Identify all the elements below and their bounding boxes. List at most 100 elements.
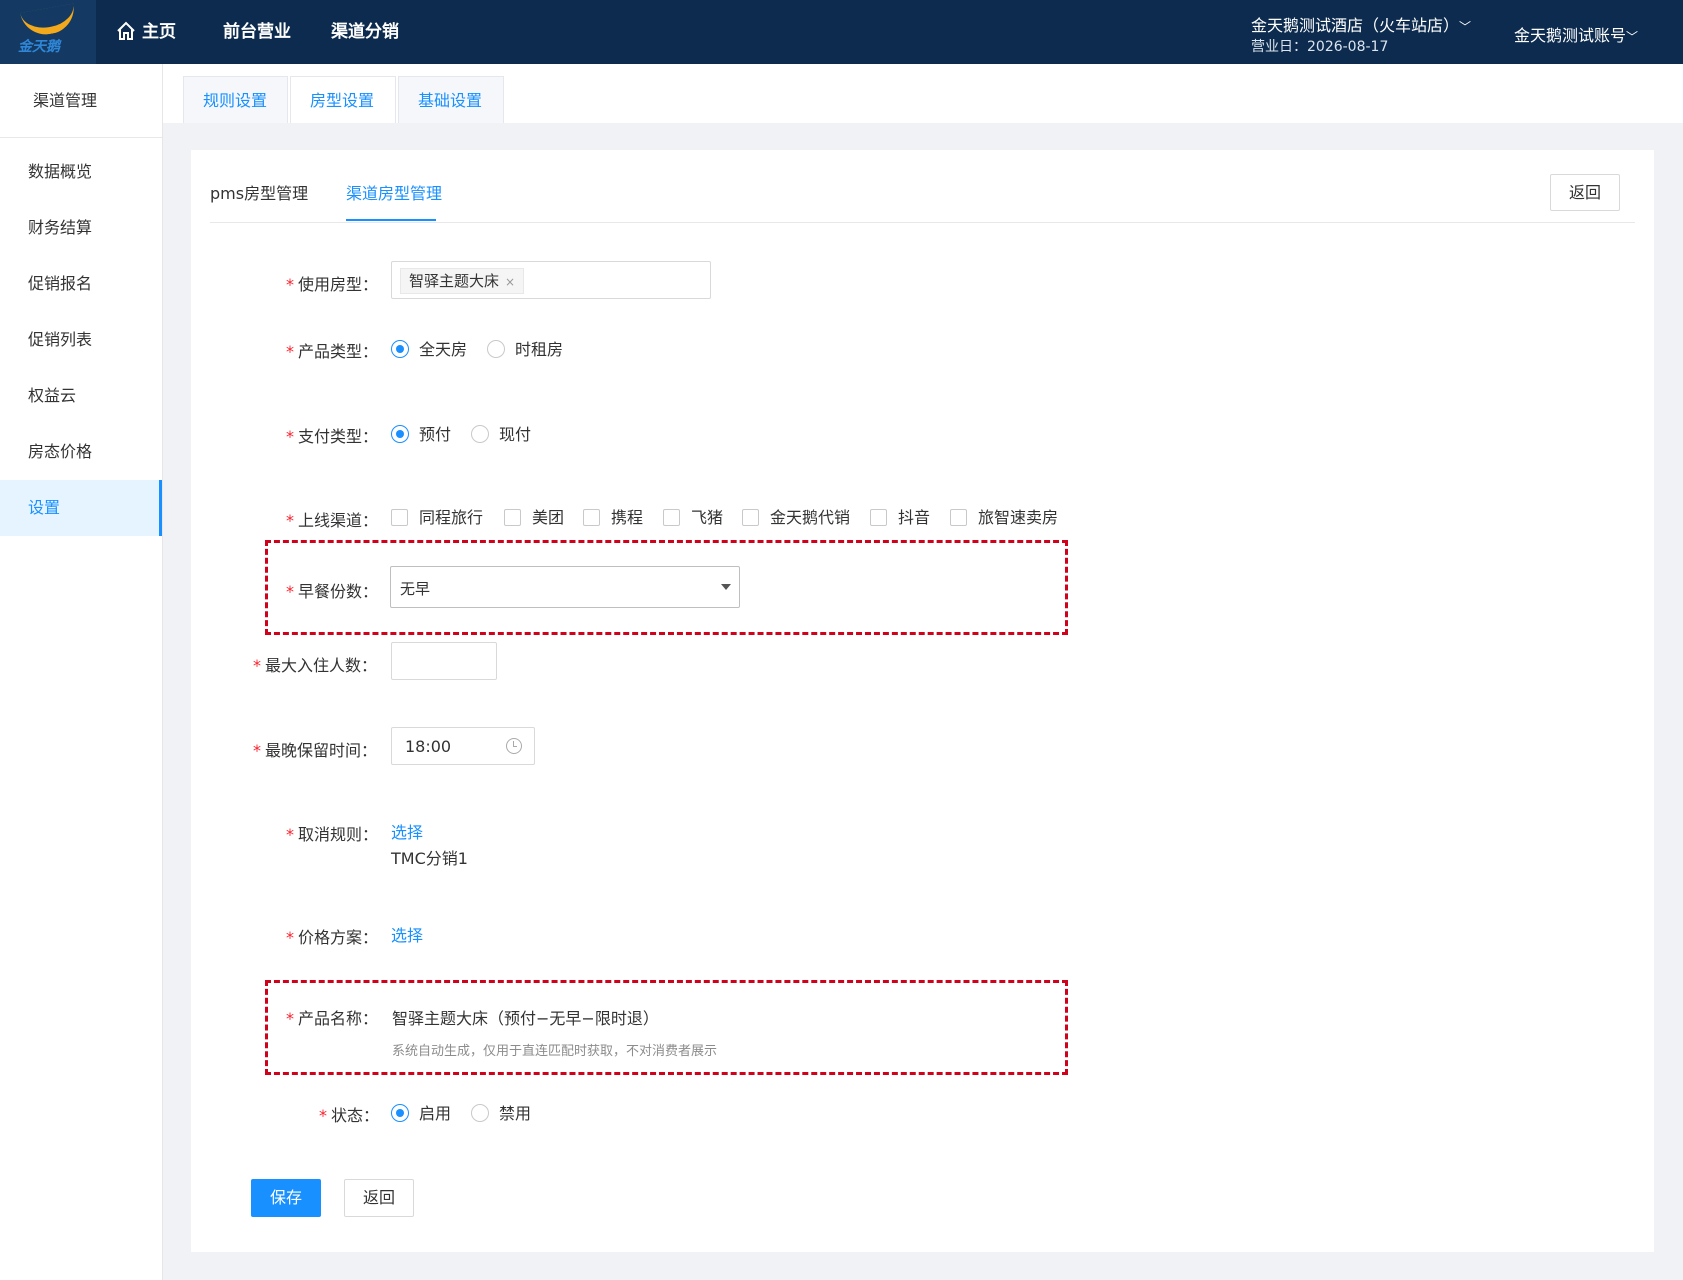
product-type-hourly[interactable]: 时租房 bbox=[487, 336, 563, 360]
nav-home[interactable]: 主页 bbox=[116, 0, 176, 64]
price-plan-label-text: 价格方案： bbox=[298, 928, 379, 947]
room-type-select[interactable]: 智驿主题大床 × bbox=[391, 261, 711, 299]
tab-rule-settings[interactable]: 规则设置 bbox=[183, 76, 288, 123]
payment-type-label: * 支付类型： bbox=[286, 423, 378, 447]
status-disabled[interactable]: 禁用 bbox=[471, 1100, 531, 1124]
channel-checkbox-ctrip[interactable]: 携程 bbox=[583, 504, 643, 528]
max-guests-input[interactable] bbox=[391, 642, 497, 680]
product-type-label: * 产品类型： bbox=[286, 338, 378, 362]
price-plan-label: * 价格方案： bbox=[286, 924, 378, 948]
sidebar: 渠道管理 数据概览 财务结算 促销报名 促销列表 权益云 房态价格 设置 bbox=[0, 64, 163, 1280]
home-icon bbox=[117, 21, 135, 40]
channel-checkbox-lvzhi[interactable]: 旅智速卖房 bbox=[950, 504, 1058, 528]
radio-label: 时租房 bbox=[515, 340, 564, 359]
breakfast-label-text: 早餐份数： bbox=[298, 582, 379, 601]
back-button-top[interactable]: 返回 bbox=[1550, 174, 1620, 211]
payment-type-label-text: 支付类型： bbox=[298, 427, 379, 446]
sidebar-item-data-overview[interactable]: 数据概览 bbox=[0, 144, 162, 200]
sidebar-item-finance[interactable]: 财务结算 bbox=[0, 200, 162, 256]
required-mark: * bbox=[253, 656, 261, 675]
checkbox-icon bbox=[742, 509, 759, 526]
product-name-label-text: 产品名称： bbox=[298, 1009, 379, 1028]
subtab-channel-room-type[interactable]: 渠道房型管理 bbox=[346, 180, 442, 204]
logo-text: 金天鹅 bbox=[18, 39, 60, 55]
cancel-rule-label: * 取消规则： bbox=[286, 821, 378, 845]
breakfast-selected-value: 无早 bbox=[400, 580, 431, 598]
brand-logo[interactable]: 金天鹅 bbox=[0, 0, 96, 64]
nav-channel-distribution[interactable]: 渠道分销 bbox=[331, 0, 399, 64]
sidebar-item-settings[interactable]: 设置 bbox=[0, 480, 162, 536]
tab-room-type-settings[interactable]: 房型设置 bbox=[290, 76, 396, 123]
radio-checked-icon bbox=[391, 425, 409, 443]
caret-down-icon bbox=[721, 584, 731, 590]
required-mark: * bbox=[286, 275, 294, 294]
channel-checkbox-tongcheng[interactable]: 同程旅行 bbox=[391, 504, 483, 528]
checkbox-label: 旅智速卖房 bbox=[978, 508, 1059, 527]
content-card: pms房型管理 渠道房型管理 返回 * 使用房型： 智驿主题大床 × * 产品类型： … bbox=[191, 150, 1654, 1252]
required-mark: * bbox=[286, 928, 294, 947]
status-label: * 状态： bbox=[319, 1102, 379, 1126]
product-name-label: * 产品名称： bbox=[286, 1005, 378, 1029]
room-type-tag-text: 智驿主题大床 bbox=[409, 272, 500, 290]
radio-label: 现付 bbox=[499, 425, 532, 444]
product-name-value: 智驿主题大床（预付−无早−限时退） bbox=[392, 1009, 659, 1028]
sidebar-item-promo-signup[interactable]: 促销报名 bbox=[0, 256, 162, 312]
payment-type-pay-at-hotel[interactable]: 现付 bbox=[471, 421, 531, 445]
product-type-label-text: 产品类型： bbox=[298, 342, 379, 361]
breakfast-label: * 早餐份数： bbox=[286, 578, 378, 602]
payment-type-prepaid[interactable]: 预付 bbox=[391, 421, 451, 445]
divider bbox=[210, 222, 1635, 223]
cancel-rule-select-link[interactable]: 选择 bbox=[391, 819, 423, 843]
highlight-box-product-name bbox=[265, 980, 1068, 1075]
back-button[interactable]: 返回 bbox=[344, 1179, 414, 1217]
radio-unchecked-icon bbox=[487, 340, 505, 358]
nav-home-label: 主页 bbox=[142, 22, 176, 42]
required-mark: * bbox=[286, 1009, 294, 1028]
business-date: 营业日：2026-08-17 bbox=[1251, 39, 1389, 55]
radio-unchecked-icon bbox=[471, 1104, 489, 1122]
sidebar-title: 渠道管理 bbox=[0, 64, 162, 138]
sidebar-item-room-price[interactable]: 房态价格 bbox=[0, 424, 162, 480]
radio-label: 全天房 bbox=[419, 340, 468, 359]
required-mark: * bbox=[286, 825, 294, 844]
subtab-pms-room-type[interactable]: pms房型管理 bbox=[210, 180, 308, 204]
checkbox-label: 抖音 bbox=[898, 508, 931, 527]
room-type-label: * 使用房型： bbox=[286, 271, 378, 295]
account-name: 金天鹅测试账号 bbox=[1514, 26, 1627, 45]
latest-hold-value: 18:00 bbox=[405, 737, 452, 756]
latest-hold-time-picker[interactable]: 18:00 bbox=[391, 727, 535, 765]
sidebar-item-promo-list[interactable]: 促销列表 bbox=[0, 312, 162, 368]
radio-label: 预付 bbox=[419, 425, 452, 444]
price-plan-select-link[interactable]: 选择 bbox=[391, 922, 423, 946]
required-mark: * bbox=[286, 511, 294, 530]
checkbox-icon bbox=[950, 509, 967, 526]
chevron-down-icon: ﹀ bbox=[1626, 30, 1639, 44]
channel-checkbox-douyin[interactable]: 抖音 bbox=[870, 504, 930, 528]
product-name-hint: 系统自动生成，仅用于直连匹配时获取，不对消费者展示 bbox=[392, 1044, 718, 1059]
radio-checked-icon bbox=[391, 340, 409, 358]
hotel-name: 金天鹅测试酒店（火车站店） bbox=[1251, 16, 1452, 35]
channel-checkbox-meituan[interactable]: 美团 bbox=[504, 504, 564, 528]
settings-tabs: 规则设置 房型设置 基础设置 bbox=[163, 64, 1683, 123]
sidebar-item-benefits-cloud[interactable]: 权益云 bbox=[0, 368, 162, 424]
checkbox-label: 携程 bbox=[611, 508, 644, 527]
swan-logo-icon bbox=[20, 3, 78, 39]
channels-label-text: 上线渠道： bbox=[298, 511, 379, 530]
status-enabled[interactable]: 启用 bbox=[391, 1100, 451, 1124]
close-icon[interactable]: × bbox=[505, 275, 515, 289]
checkbox-label: 飞猪 bbox=[691, 508, 724, 527]
radio-unchecked-icon bbox=[471, 425, 489, 443]
channel-checkbox-jintiane-resale[interactable]: 金天鹅代销 bbox=[742, 504, 850, 528]
channel-checkbox-fliggy[interactable]: 飞猪 bbox=[663, 504, 723, 528]
hotel-switcher[interactable]: 金天鹅测试酒店（火车站店） ﹀ bbox=[1251, 12, 1471, 36]
nav-front-desk[interactable]: 前台营业 bbox=[223, 0, 291, 64]
save-button[interactable]: 保存 bbox=[251, 1179, 321, 1217]
tab-basic-settings[interactable]: 基础设置 bbox=[398, 76, 504, 123]
checkbox-icon bbox=[663, 509, 680, 526]
top-navbar: 金天鹅 主页 前台营业 渠道分销 金天鹅测试酒店（火车站店） ﹀ 营业日：2026… bbox=[0, 0, 1683, 64]
product-type-full-day[interactable]: 全天房 bbox=[391, 336, 467, 360]
checkbox-label: 同程旅行 bbox=[419, 508, 484, 527]
account-menu[interactable]: 金天鹅测试账号﹀ bbox=[1514, 22, 1638, 46]
checkbox-icon bbox=[391, 509, 408, 526]
breakfast-select[interactable]: 无早 bbox=[390, 566, 740, 608]
